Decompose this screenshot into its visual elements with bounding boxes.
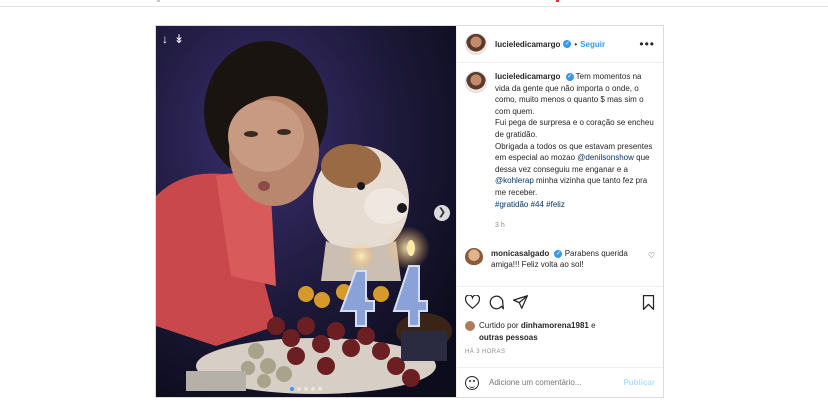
comment-username[interactable]: monicasalgado	[491, 249, 549, 258]
bookmark-icon[interactable]	[642, 294, 655, 310]
liked-by-text: Curtido por dinhamorena1981 e outras pes…	[479, 320, 596, 343]
comment-item: monicasalgado ✓ Parabens querida amiga!!…	[465, 247, 655, 271]
verified-badge-icon: ✓	[565, 72, 574, 81]
photo-controls: ↓ ↡	[162, 32, 184, 46]
caption-line-2: Fui pega de surpresa e o coração se ench…	[495, 118, 654, 139]
comment-text: monicasalgado ✓ Parabens querida amiga!!…	[491, 248, 655, 271]
arrow-down-icon[interactable]: ↓	[162, 32, 168, 46]
double-arrow-icon[interactable]: ↡	[174, 32, 184, 46]
birthday-photo-illustration	[156, 26, 456, 397]
carousel-dot	[290, 387, 294, 391]
liker-username[interactable]: dinhamorena1981	[521, 321, 589, 330]
caption-time: 3 h	[495, 222, 505, 230]
hashtags[interactable]: #gratidão #44 #feliz	[495, 200, 565, 209]
heart-icon[interactable]	[465, 295, 480, 309]
caption: lucieledicamargo ✓ Tem momentos na vida …	[465, 71, 655, 232]
share-icon[interactable]	[513, 295, 528, 309]
comments-area: lucieledicamargo ✓ Tem momentos na vida …	[465, 71, 655, 271]
post-sidebar: lucieledicamargo ✓ • Seguir ••• lucieled…	[456, 26, 663, 397]
avatar[interactable]	[465, 33, 487, 55]
add-comment-bar: Publicar	[457, 367, 663, 397]
top-mark-red	[556, 0, 559, 2]
header-separator: •	[574, 39, 578, 49]
comment-avatar[interactable]	[465, 247, 483, 266]
instagram-post: ↓ ↡ ❯ lucieledicamargo ✓ • Seguir ••• lu…	[155, 25, 664, 398]
carousel-dots	[156, 387, 456, 391]
post-header: lucieledicamargo ✓ • Seguir •••	[457, 26, 663, 63]
carousel-dot	[297, 387, 301, 391]
mention-denilsonshow[interactable]: @denilsonshow	[577, 153, 634, 162]
carousel-dot	[318, 387, 322, 391]
verified-badge-icon: ✓	[554, 249, 563, 258]
post-photo[interactable]: ↓ ↡ ❯	[156, 26, 456, 397]
top-divider	[0, 6, 828, 7]
liked-others-link[interactable]: outras pessoas	[479, 333, 538, 342]
liked-by-connector: e	[591, 321, 596, 330]
top-mark	[157, 0, 160, 2]
carousel-dot	[304, 387, 308, 391]
caption-username[interactable]: lucieledicamargo	[495, 72, 560, 81]
emoji-icon[interactable]	[465, 375, 479, 390]
comment-input[interactable]	[489, 378, 624, 387]
action-icons	[465, 294, 655, 310]
post-timestamp[interactable]: HÁ 3 HORAS	[465, 349, 655, 355]
mention-kohlerap[interactable]: @kohlerap	[495, 176, 534, 185]
post-actions: Curtido por dinhamorena1981 e outras pes…	[457, 286, 663, 355]
publish-button[interactable]: Publicar	[623, 378, 655, 387]
liked-by: Curtido por dinhamorena1981 e outras pes…	[465, 320, 655, 343]
more-options-icon[interactable]: •••	[639, 37, 655, 51]
carousel-dot	[311, 387, 315, 391]
follow-button[interactable]: Seguir	[580, 40, 605, 49]
liked-by-prefix: Curtido por	[479, 321, 519, 330]
chevron-right-icon[interactable]: ❯	[434, 205, 450, 221]
liker-avatar[interactable]	[465, 321, 475, 331]
caption-text: lucieledicamargo ✓ Tem momentos na vida …	[495, 71, 655, 232]
comment-icon[interactable]	[489, 295, 504, 310]
header-username[interactable]: lucieledicamargo	[495, 40, 560, 49]
caption-avatar[interactable]	[465, 71, 487, 93]
verified-badge-icon: ✓	[563, 40, 572, 48]
comment-like-heart-icon[interactable]: ♡	[648, 251, 655, 260]
